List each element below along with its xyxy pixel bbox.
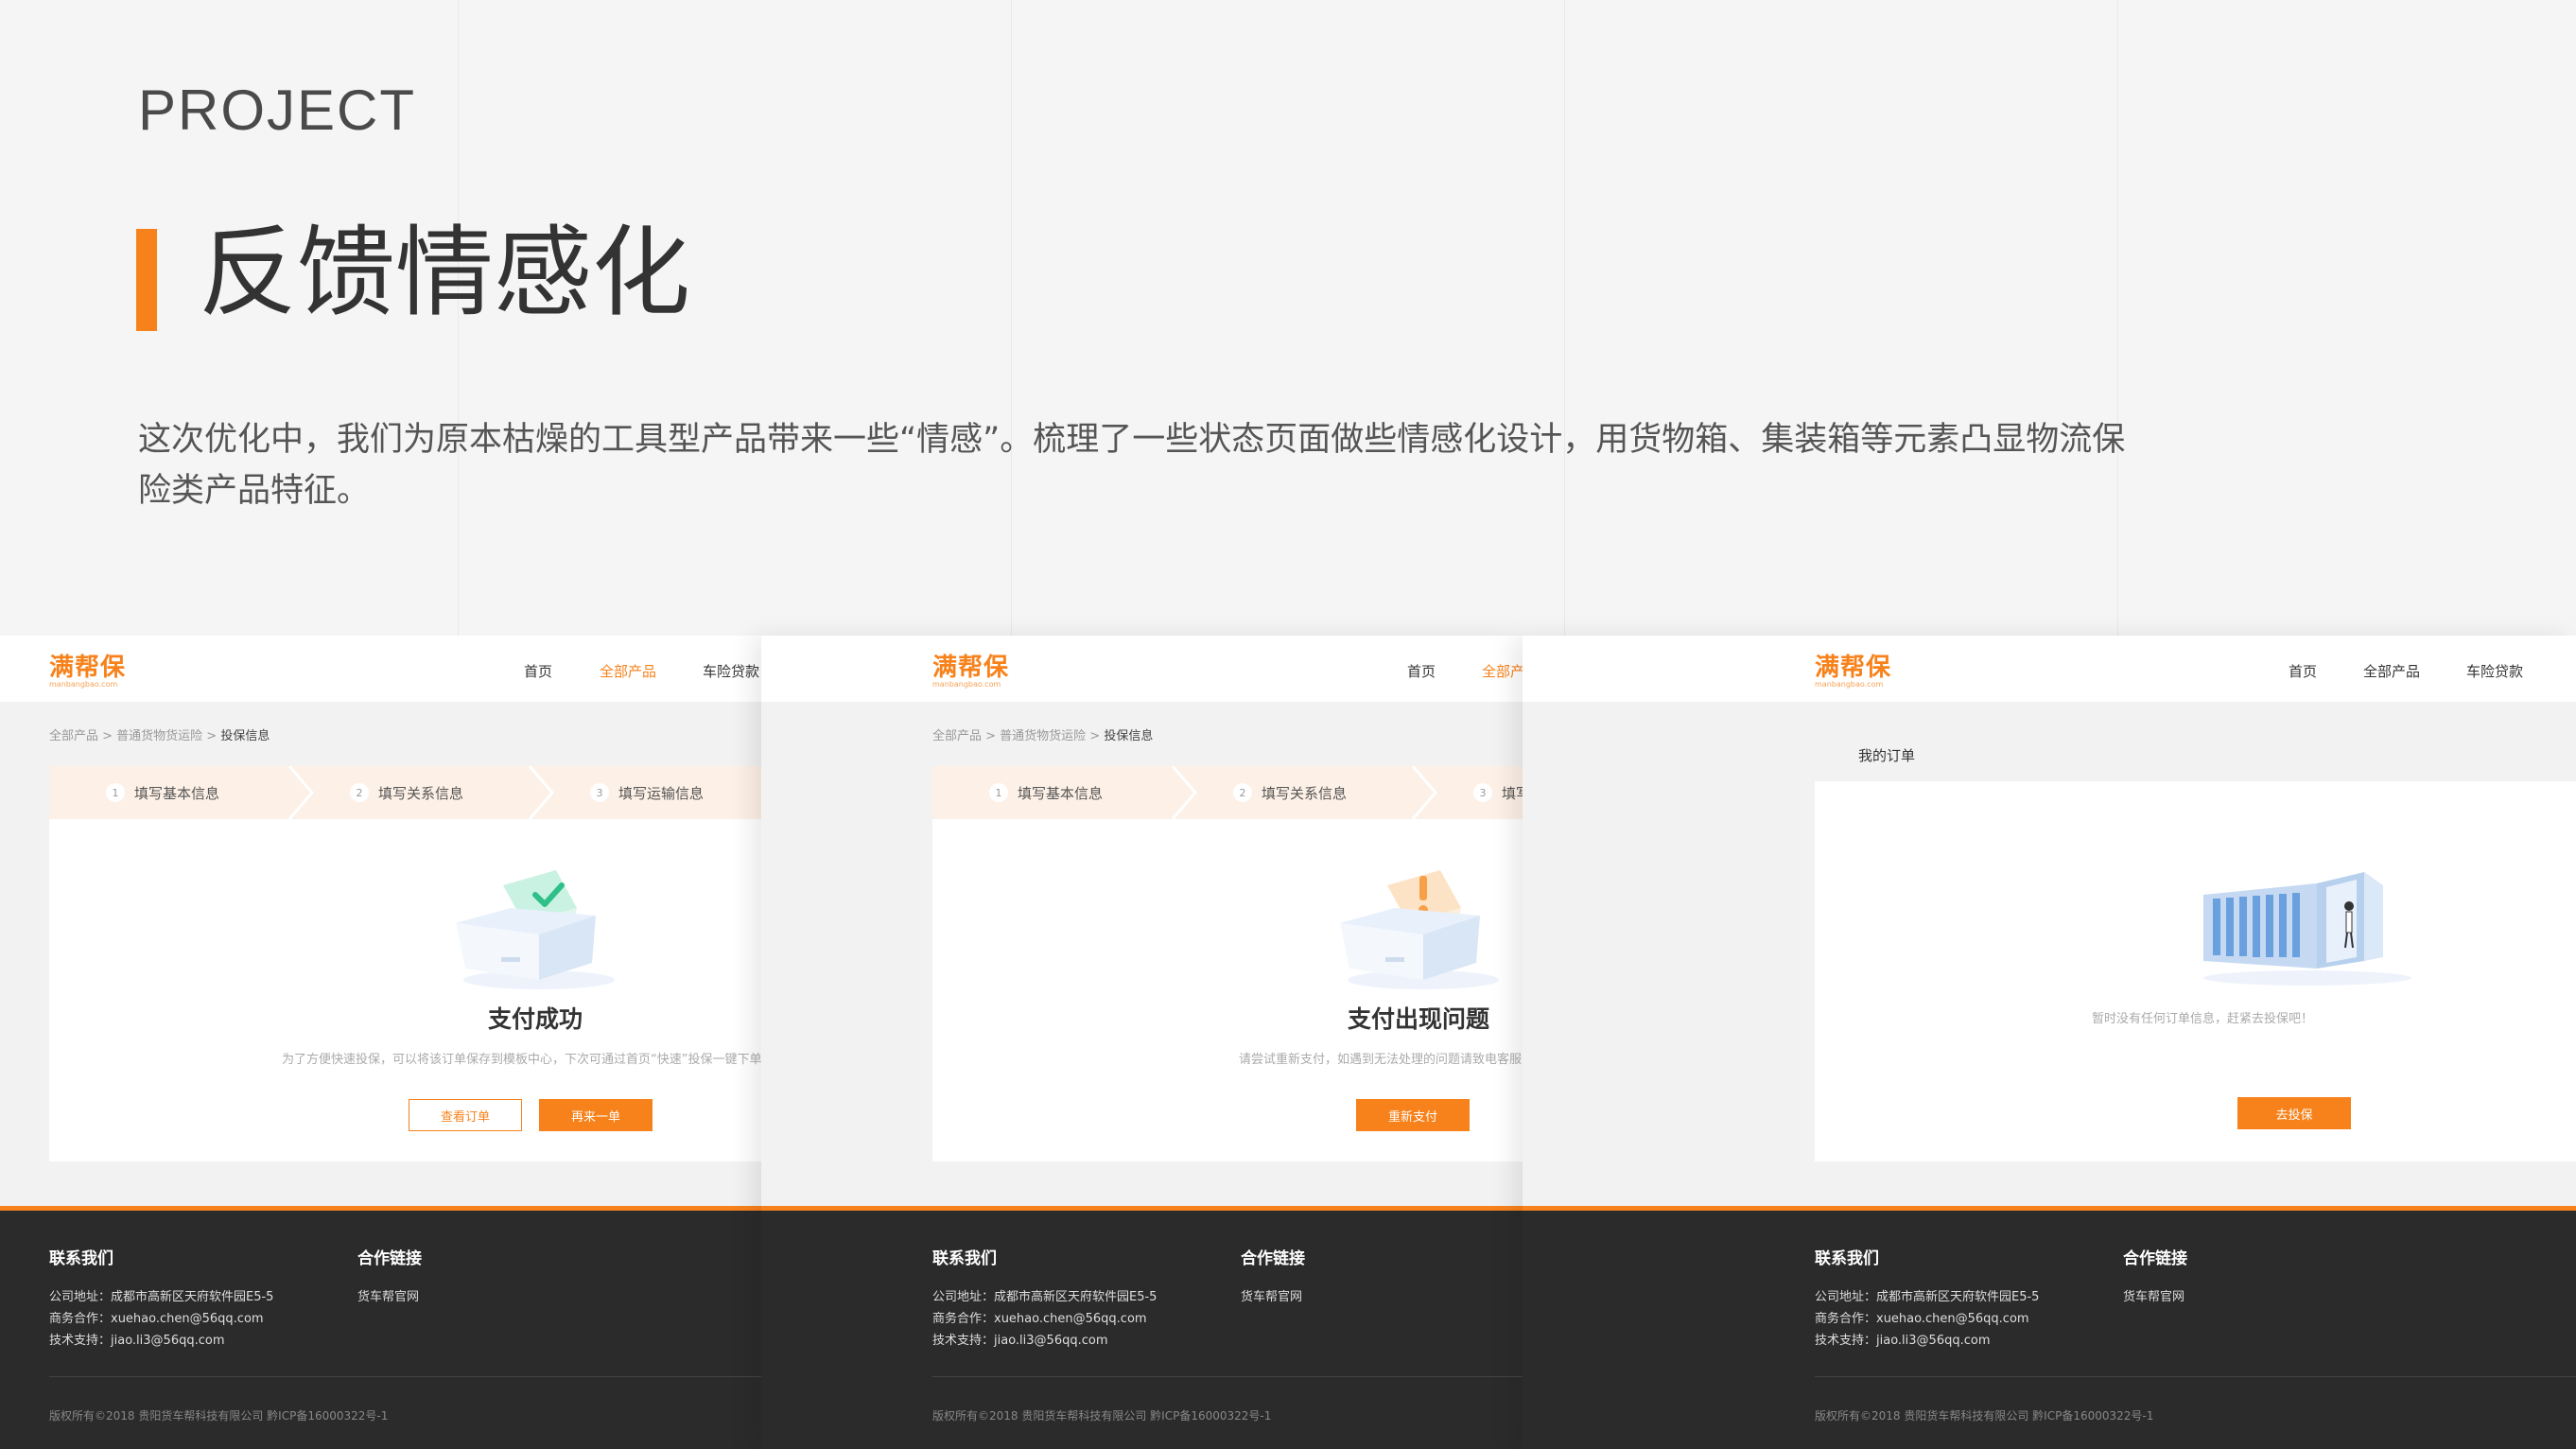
footer-support: 技术支持：jiao.li3@56qq.com [1815,1334,1991,1348]
step-progress: 1 填写基本信息 2 填写关系信息 3 填写运输信息 [49,766,761,819]
footer-divider [49,1376,761,1377]
page-title: 反馈情感化 [199,215,691,330]
breadcrumb: 全部产品 > 普通货物货运险 > 投保信息 [932,725,1153,743]
page-description: 这次优化中，我们为原本枯燥的工具型产品带来一些“情感”。梳理了一些状态页面做些情… [138,421,2126,510]
container-illustration [2203,872,2411,986]
breadcrumb-path[interactable]: 全部产品 > 普通货物货运险 > [49,729,220,743]
footer-support: 技术支持：jiao.li3@56qq.com [49,1334,225,1348]
panel-payment-problem: 满帮保 manbangbao.com 首页 全部产品 全部产品 > 普通货物货运… [761,636,1523,1449]
step-divider-icon [1171,766,1197,819]
nav-item-home[interactable]: 首页 [2289,661,2317,681]
footer-copyright: 版权所有©2018 贵阳货车帮科技有限公司 黔ICP备16000322号-1 [932,1409,1272,1423]
top-nav: 满帮保 manbangbao.com 首页 全部产品 车险贷款 [1523,636,2576,702]
footer-business: 商务合作：xuehao.chen@56qq.com [1815,1312,2029,1326]
panel-orders-empty: 满帮保 manbangbao.com 首页 全部产品 车险贷款 我的订单 暂时没… [1523,636,2576,1449]
breadcrumb-current: 投保信息 [220,729,270,743]
step-3: 3 填写运输信息 [1473,766,1523,819]
orders-title: 我的订单 [1858,747,1916,764]
nav-item-car-loan[interactable]: 车险贷款 [703,661,759,681]
orders-header [1815,726,2576,781]
footer-divider [1815,1376,2576,1377]
empty-description: 暂时没有任何订单信息，赶紧去投保吧！ [2092,1012,2314,1026]
breadcrumb-current: 投保信息 [1104,729,1154,743]
footer-links-title: 合作链接 [2123,1249,2187,1268]
step-2: 2 填写关系信息 [1233,766,1347,819]
site-footer: 联系我们 合作链接 公司地址：成都市高新区天府软件园E5-5 商务合作：xueh… [761,1206,1523,1449]
step-label: 填写运输信息 [1502,784,1523,802]
grid-line [2117,0,2118,636]
title-accent-bar [136,229,157,331]
nav-item-home[interactable]: 首页 [1407,661,1436,681]
top-nav: 满帮保 manbangbao.com 首页 全部产品 车险贷款 [0,636,761,702]
footer-links-title: 合作链接 [357,1249,422,1268]
step-label: 填写运输信息 [618,784,705,802]
view-order-button[interactable]: 查看订单 [409,1099,522,1131]
footer-copyright: 版权所有©2018 贵阳货车帮科技有限公司 黔ICP备16000322号-1 [1815,1409,2154,1423]
project-label: PROJECT [138,79,417,142]
result-description: 请尝试重新支付，如遇到无法处理的问题请致电客服 95006-7 [1239,1053,1523,1067]
footer-address: 公司地址：成都市高新区天府软件园E5-5 [932,1290,1157,1304]
step-divider-icon [287,766,314,819]
footer-links-title: 合作链接 [1241,1249,1305,1268]
step-progress: 1 填写基本信息 2 填写关系信息 3 填写运输信息 [932,766,1523,819]
step-1: 1 填写基本信息 [989,766,1103,819]
footer-link[interactable]: 货车帮官网 [2123,1286,2184,1304]
step-1: 1 填写基本信息 [106,766,219,819]
breadcrumb: 全部产品 > 普通货物货运险 > 投保信息 [49,725,270,743]
top-nav: 满帮保 manbangbao.com 首页 全部产品 [761,636,1523,702]
site-footer: 联系我们 合作链接 公司地址：成都市高新区天府软件园E5-5 商务合作：xueh… [0,1206,761,1449]
footer-divider [932,1376,1523,1377]
site-footer: 联系我们 合作链接 公司地址：成都市高新区天府软件园E5-5 商务合作：xueh… [1523,1206,2576,1449]
step-number: 1 [989,783,1008,802]
step-label: 填写关系信息 [378,784,464,802]
nav-item-car-loan[interactable]: 车险贷款 [2466,661,2523,681]
order-again-button[interactable]: 再来一单 [539,1099,653,1131]
grid-line [1564,0,1565,636]
footer-contact-title: 联系我们 [49,1249,113,1268]
step-label: 填写基本信息 [134,784,220,802]
step-3: 3 填写运输信息 [590,766,704,819]
repay-button[interactable]: 重新支付 [1356,1099,1470,1131]
footer-business: 商务合作：xuehao.chen@56qq.com [932,1312,1147,1326]
result-card [49,819,761,1161]
step-number: 2 [350,783,369,802]
logo-subtitle: manbangbao.com [49,680,118,689]
logo-subtitle: manbangbao.com [1815,680,1884,689]
grid-line [1011,0,1012,636]
footer-contact-title: 联系我们 [932,1249,997,1268]
nav-item-all-products[interactable]: 全部产品 [600,661,656,681]
footer-address: 公司地址：成都市高新区天府软件园E5-5 [49,1290,274,1304]
step-divider-icon [528,766,554,819]
footer-address: 公司地址：成都市高新区天府软件园E5-5 [1815,1290,2040,1304]
footer-business: 商务合作：xuehao.chen@56qq.com [49,1312,264,1326]
go-insure-button[interactable]: 去投保 [2237,1097,2351,1129]
step-label: 填写关系信息 [1262,784,1348,802]
footer-link[interactable]: 货车帮官网 [1241,1286,1302,1304]
nav-item-all-products[interactable]: 全部产品 [2363,661,2420,681]
logo-subtitle: manbangbao.com [932,680,1001,689]
nav-item-all-products[interactable]: 全部产品 [1482,661,1523,681]
step-divider-icon [1411,766,1437,819]
breadcrumb-path[interactable]: 全部产品 > 普通货物货运险 > [932,729,1104,743]
result-description: 为了方便快速投保，可以将该订单保存到模板中心，下次可通过首页“快速”投保一键下单 [282,1053,761,1067]
logo[interactable]: 满帮保 [932,648,1009,683]
footer-support: 技术支持：jiao.li3@56qq.com [932,1334,1108,1348]
step-label: 填写基本信息 [1018,784,1104,802]
step-number: 2 [1233,783,1252,802]
result-title: 支付成功 [488,1005,583,1033]
step-number: 1 [106,783,125,802]
nav-item-home[interactable]: 首页 [524,661,552,681]
logo[interactable]: 满帮保 [1815,648,1891,683]
result-title: 支付出现问题 [1348,1005,1490,1033]
success-box-illustration [456,870,615,989]
footer-link[interactable]: 货车帮官网 [357,1286,419,1304]
panel-payment-success: 满帮保 manbangbao.com 首页 全部产品 车险贷款 全部产品 > 普… [0,636,761,1449]
step-2: 2 填写关系信息 [350,766,463,819]
logo[interactable]: 满帮保 [49,648,126,683]
footer-copyright: 版权所有©2018 贵阳货车帮科技有限公司 黔ICP备16000322号-1 [49,1409,389,1423]
warning-box-illustration [1340,870,1499,989]
footer-contact-title: 联系我们 [1815,1249,1879,1268]
step-number: 3 [1473,783,1492,802]
step-number: 3 [590,783,609,802]
